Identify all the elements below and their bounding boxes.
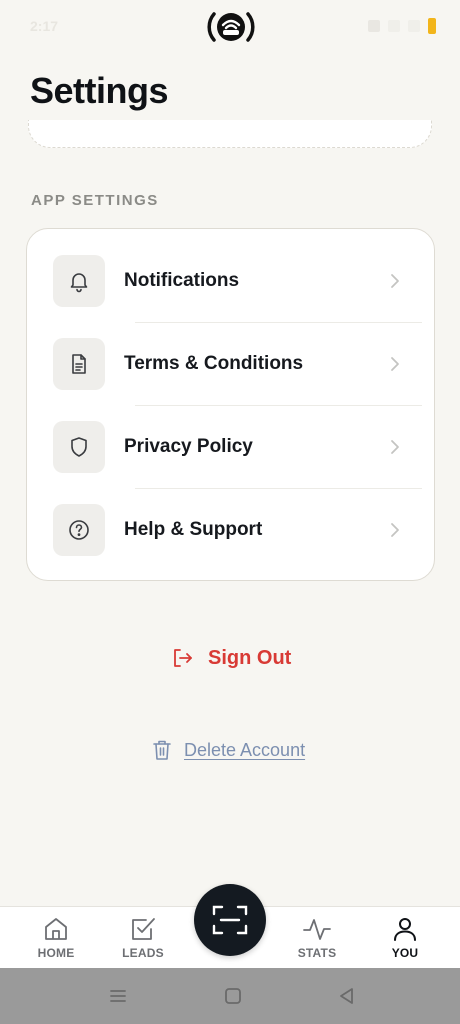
chevron-right-icon [391,522,399,537]
system-navigation-bar [0,968,460,1024]
scan-icon [212,905,248,935]
tab-home[interactable]: HOME [21,915,91,969]
settings-item-privacy[interactable]: Privacy Policy [53,405,434,488]
tab-label: YOU [391,946,419,960]
settings-item-help[interactable]: Help & Support [53,488,434,571]
network-icon [408,20,420,32]
settings-item-label: Terms & Conditions [124,352,304,374]
settings-item-label: Privacy Policy [124,435,253,457]
section-label-app-settings: APP SETTINGS [31,192,159,209]
activity-icon [303,919,331,940]
app-settings-card: Notifications Terms & Conditions Privacy… [26,228,435,581]
sign-out-label: Sign Out [208,646,292,669]
back-icon[interactable] [337,986,357,1006]
chevron-right-icon [391,356,399,371]
trash-icon [153,740,171,760]
tab-label: LEADS [122,946,164,960]
status-indicators [368,18,436,34]
tab-leads[interactable]: LEADS [108,915,178,969]
shield-icon [53,420,105,473]
page-title: Settings [30,70,169,111]
settings-item-label: Notifications [124,269,240,291]
profile-card-bottom-edge [28,120,432,148]
tab-label: STATS [297,946,337,960]
signal-icon [368,20,380,32]
wifi-icon [388,20,400,32]
question-circle-icon [53,503,105,556]
logout-icon [174,649,192,667]
sign-out-button[interactable]: Sign Out [170,642,291,674]
home-square-icon[interactable] [223,986,243,1006]
tab-stats[interactable]: STATS [282,915,352,969]
app-logo-icon [207,12,255,42]
checkbox-icon [132,918,155,940]
tab-label: HOME [37,946,75,960]
bell-icon [53,254,105,307]
scan-button[interactable] [194,884,266,956]
chevron-right-icon [391,273,399,288]
home-icon [45,918,67,940]
delete-account-link[interactable]: Delete Account [152,736,305,764]
settings-item-terms[interactable]: Terms & Conditions [53,322,434,405]
tab-you[interactable]: YOU [370,915,440,969]
document-icon [53,337,105,390]
battery-icon [428,18,436,34]
chevron-right-icon [391,439,399,454]
menu-icon[interactable] [108,986,128,1006]
delete-account-label: Delete Account [184,739,306,760]
settings-item-label: Help & Support [124,518,263,540]
status-time: 2:17 [30,18,59,34]
user-icon [394,918,416,941]
settings-item-notifications[interactable]: Notifications [53,239,434,322]
